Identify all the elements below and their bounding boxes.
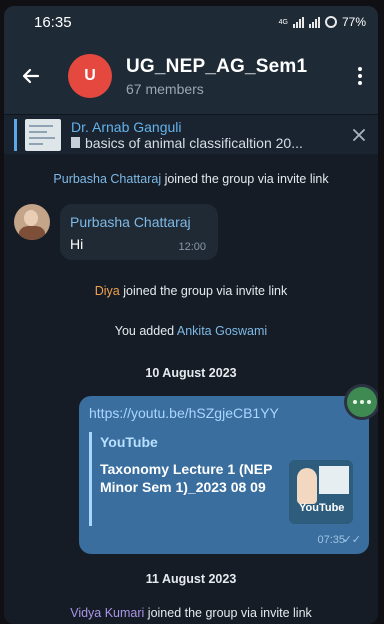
document-icon: [71, 137, 80, 148]
chat-bubble-icon[interactable]: [344, 384, 378, 420]
status-bar: 16:35 4G 77%: [4, 6, 378, 38]
more-icon: [358, 67, 362, 71]
date-separator: 10 August 2023: [145, 366, 237, 380]
read-ticks-icon: ✓✓: [342, 534, 361, 546]
user-link[interactable]: Vidya Kumari: [70, 606, 144, 620]
pinned-message: basics of animal classificaltion 20...: [85, 134, 303, 151]
signal-icon: [292, 16, 304, 28]
chat-header: U UG_NEP_AG_Sem1 67 members: [4, 38, 378, 114]
message-list[interactable]: Purbasha Chattaraj joined the group via …: [4, 154, 378, 624]
pinned-thumbnail: [25, 118, 61, 151]
thumbnail-label: YouTube: [299, 502, 345, 514]
message-time: 12:00: [178, 241, 206, 253]
group-name: UG_NEP_AG_Sem1: [126, 55, 308, 77]
avatar[interactable]: [14, 204, 50, 240]
battery-icon: [324, 16, 337, 28]
date-separator: 11 August 2023: [145, 572, 237, 586]
back-button[interactable]: [4, 38, 58, 114]
battery-percent: 77%: [341, 15, 366, 29]
close-pinned-button[interactable]: [344, 128, 374, 141]
signal-icon-2: [308, 16, 320, 28]
message-time: 07:35: [317, 534, 345, 546]
pinned-text: Dr. Arnab Ganguli basics of animal class…: [71, 119, 344, 151]
pinned-indicator: [14, 118, 17, 151]
service-message: Vidya Kumari joined the group via invite…: [70, 606, 312, 620]
preview-title: Taxonomy Lecture 1 (NEP Minor Sem 1)_202…: [100, 461, 273, 495]
status-time: 16:35: [34, 13, 72, 31]
user-link[interactable]: Diya: [95, 284, 120, 298]
outgoing-message[interactable]: https://youtu.be/hSZgjeCB1YY YouTube Tax…: [79, 396, 369, 554]
status-icons: 4G 77%: [279, 15, 366, 29]
pinned-message-bar[interactable]: Dr. Arnab Ganguli basics of animal class…: [4, 114, 378, 154]
group-avatar[interactable]: U: [68, 54, 112, 98]
phone-screen: 16:35 4G 77% U UG_NEP_AG_Sem1 67 members: [4, 6, 378, 624]
message-text: Hi: [70, 236, 84, 252]
network-type-icon: 4G: [278, 18, 288, 26]
member-count: 67 members: [126, 80, 204, 97]
service-message: You added Ankita Goswami: [114, 324, 268, 338]
pinned-author: Dr. Arnab Ganguli: [71, 118, 182, 135]
sender-name[interactable]: Purbasha Chattaraj: [70, 214, 191, 230]
user-link[interactable]: Purbasha Chattaraj: [53, 172, 161, 186]
message-link[interactable]: https://youtu.be/hSZgjeCB1YY: [89, 405, 279, 421]
video-thumbnail[interactable]: YouTube: [289, 460, 353, 524]
preview-site-name: YouTube: [100, 434, 158, 450]
incoming-message[interactable]: Purbasha Chattaraj Hi 12:00: [60, 204, 218, 260]
close-icon: [353, 128, 365, 141]
back-arrow-icon: [22, 68, 40, 84]
user-link[interactable]: Ankita Goswami: [177, 324, 267, 338]
more-options-button[interactable]: [342, 38, 378, 114]
group-info[interactable]: UG_NEP_AG_Sem1 67 members: [126, 56, 342, 97]
service-message: Purbasha Chattaraj joined the group via …: [53, 172, 329, 186]
service-message: Diya joined the group via invite link: [94, 284, 288, 298]
link-preview[interactable]: YouTube Taxonomy Lecture 1 (NEP Minor Se…: [89, 432, 361, 526]
